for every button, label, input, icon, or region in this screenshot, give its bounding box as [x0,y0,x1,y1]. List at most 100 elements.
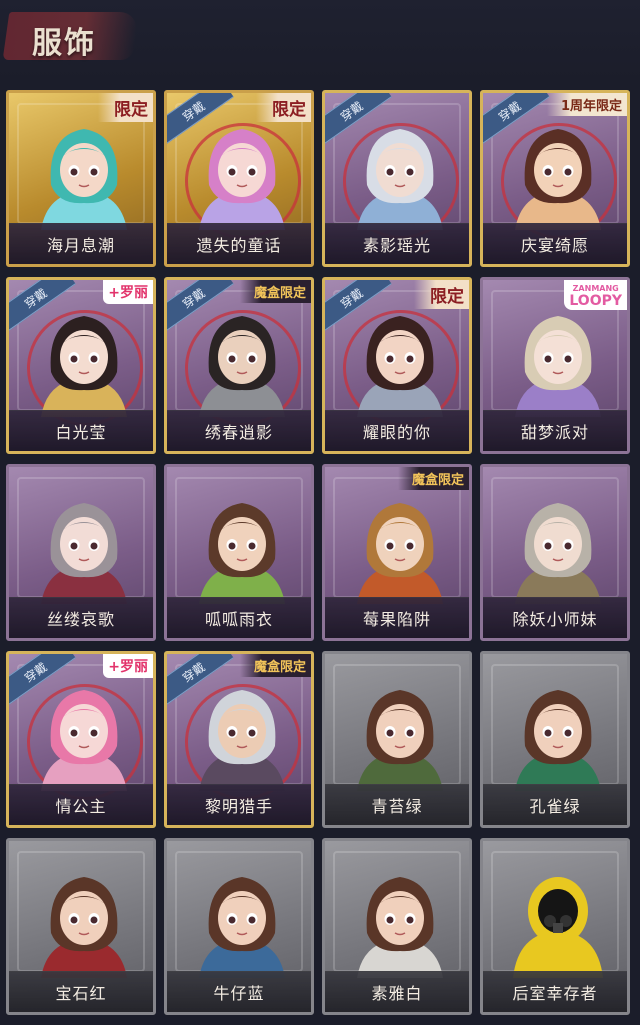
costume-tag: +罗丽 [103,280,153,304]
costume-card[interactable]: 素雅白 [322,838,472,1015]
character-portrait [513,877,603,978]
costume-name-bar: 孔雀绿 [483,784,627,825]
costume-card[interactable]: 穿戴 +罗丽 情公主 [6,651,156,828]
costume-name-bar: 白光莹 [9,410,153,451]
costume-name-bar: 甜梦派对 [483,410,627,451]
costume-name: 宝石红 [55,984,107,1003]
character-portrait [41,316,127,417]
costume-tag-text: 魔盒限定 [253,286,306,301]
costume-card[interactable]: 穿戴 限定 耀眼的你 [322,277,472,454]
character-portrait [357,129,443,230]
character-portrait [199,316,285,417]
character-portrait [357,690,443,791]
costume-name: 庆宴绮愿 [520,236,589,255]
costume-name: 黎明猎手 [204,797,273,816]
costume-name-bar: 绣春逍影 [167,410,311,451]
costume-tag: 限定 [98,93,153,122]
costume-name-bar: 后室幸存者 [483,971,627,1012]
costume-name-bar: 青苔绿 [325,784,469,825]
costume-grid: 限定 海月息潮 穿戴 限定 遗失的童话 穿戴 素影瑶光 穿戴 1周年限定 庆宴绮愿 穿戴 +罗丽 白光莹… [6,90,630,1015]
character-portrait [41,503,127,604]
costume-name-bar: 牛仔蓝 [167,971,311,1012]
costume-name: 素雅白 [371,984,423,1003]
costume-tag: 魔盒限定 [239,654,311,677]
costume-name-bar: 遗失的童话 [167,223,311,264]
costume-name-bar: 丝缕哀歌 [9,597,153,638]
costume-card[interactable]: 孔雀绿 [480,651,630,828]
costume-name: 甜梦派对 [520,423,589,442]
costume-name: 后室幸存者 [512,984,598,1003]
character-portrait [199,129,285,230]
character-portrait [199,503,285,604]
costume-card[interactable]: 穿戴 限定 遗失的童话 [164,90,314,267]
costume-name: 素影瑶光 [362,236,431,255]
costume-card[interactable]: 限定海月息潮 [6,90,156,267]
character-portrait [41,129,127,230]
costume-card[interactable]: ZANMANG LOOPY 甜梦派对 [480,277,630,454]
costume-card[interactable]: 呱呱雨衣 [164,464,314,641]
costume-tag-text: +罗丽 [108,285,148,301]
costume-card[interactable]: 穿戴 魔盒限定 绣春逍影 [164,277,314,454]
costume-card[interactable]: 宝石红 [6,838,156,1015]
costume-tag-text: 限定 [272,100,306,120]
character-portrait [199,690,285,791]
costume-name: 牛仔蓝 [213,984,265,1003]
character-portrait [199,877,285,978]
page-header: 服饰 [0,0,640,82]
costume-card[interactable]: 魔盒限定莓果陷阱 [322,464,472,641]
character-portrait [357,877,443,978]
character-portrait [515,503,601,604]
costume-tag-text: 限定 [430,287,464,307]
costume-card[interactable]: 穿戴 魔盒限定 黎明猎手 [164,651,314,828]
costume-name: 海月息潮 [46,236,115,255]
costume-card[interactable]: 除妖小师妹 [480,464,630,641]
costume-card[interactable]: 丝缕哀歌 [6,464,156,641]
costume-card[interactable]: 青苔绿 [322,651,472,828]
costume-name-bar: 素影瑶光 [325,223,469,264]
costume-name-bar: 黎明猎手 [167,784,311,825]
costume-name: 孔雀绿 [529,797,581,816]
character-portrait [515,316,601,417]
costume-tag: 魔盒限定 [239,280,311,303]
costume-tag: 限定 [256,93,311,122]
costume-name-bar: 庆宴绮愿 [483,223,627,264]
costume-tag: 1周年限定 [546,93,627,116]
costume-tag: ZANMANG LOOPY [564,280,627,310]
character-portrait [515,129,601,230]
costume-card[interactable]: 牛仔蓝 [164,838,314,1015]
costume-name: 白光莹 [55,423,107,442]
costume-name-bar: 呱呱雨衣 [167,597,311,638]
costume-tag-text: 魔盒限定 [411,473,464,488]
costume-tag-text: LOOPY [569,293,622,309]
costume-name: 情公主 [55,797,107,816]
costume-tag: 限定 [414,280,469,309]
costume-name: 绣春逍影 [204,423,273,442]
costume-tag-text: 1周年限定 [560,99,622,114]
page-title: 服饰 [32,26,96,61]
costume-tag-text: 魔盒限定 [253,660,306,675]
character-portrait [515,690,601,791]
costume-name-bar: 莓果陷阱 [325,597,469,638]
costume-name-bar: 宝石红 [9,971,153,1012]
costume-name-bar: 素雅白 [325,971,469,1012]
costume-name: 青苔绿 [371,797,423,816]
costume-card[interactable]: 穿戴 +罗丽 白光莹 [6,277,156,454]
costume-name: 莓果陷阱 [362,610,431,629]
costume-card[interactable]: 后室幸存者 [480,838,630,1015]
costume-name-bar: 海月息潮 [9,223,153,264]
costume-name-bar: 耀眼的你 [325,410,469,451]
character-portrait [41,690,127,791]
character-portrait [357,316,443,417]
costume-name: 遗失的童话 [196,236,282,255]
character-portrait [41,877,127,978]
costume-name: 耀眼的你 [362,423,431,442]
costume-name-bar: 除妖小师妹 [483,597,627,638]
costume-card[interactable]: 穿戴 素影瑶光 [322,90,472,267]
costume-name: 呱呱雨衣 [204,610,273,629]
character-portrait [357,503,443,604]
costume-tag-text: 限定 [114,100,148,120]
costume-card[interactable]: 穿戴 1周年限定 庆宴绮愿 [480,90,630,267]
costume-tag: 魔盒限定 [397,467,469,490]
costume-name-bar: 情公主 [9,784,153,825]
costume-name: 丝缕哀歌 [46,610,115,629]
